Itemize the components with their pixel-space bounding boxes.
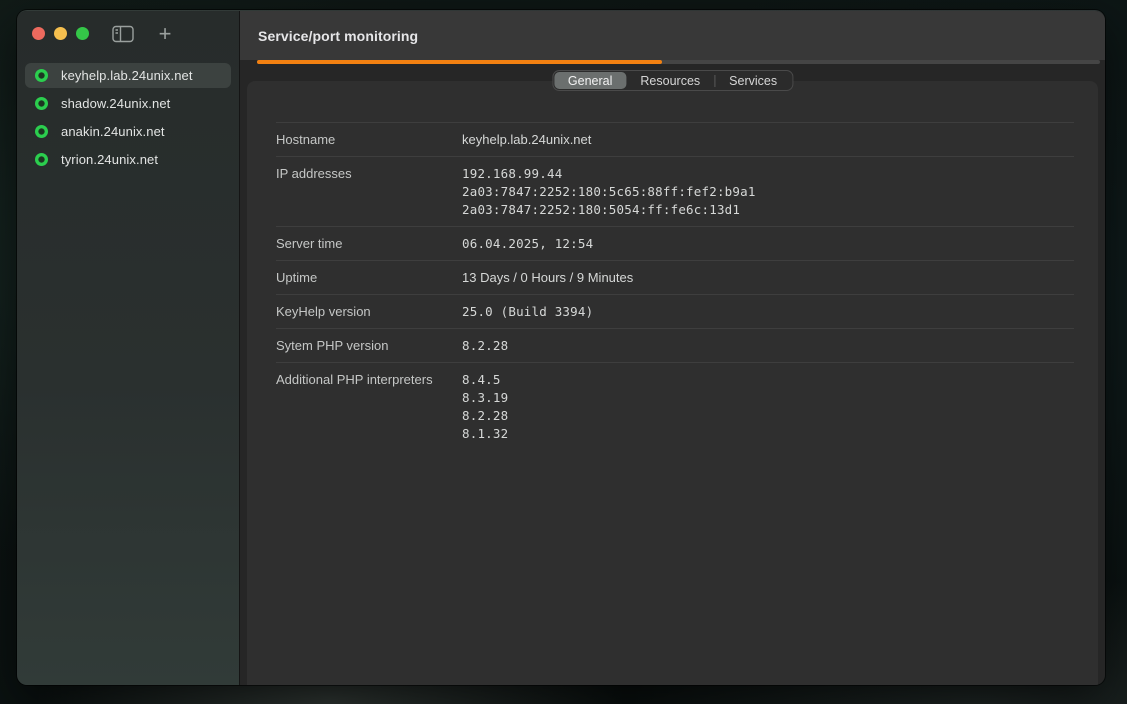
app-window: + keyhelp.lab.24unix.net shadow.24unix.n… <box>17 10 1105 685</box>
sidebar-toggle-button[interactable] <box>111 23 135 45</box>
status-online-icon <box>35 153 48 166</box>
sidebar-item-shadow[interactable]: shadow.24unix.net <box>25 91 231 116</box>
minimize-window-button[interactable] <box>54 27 67 40</box>
detail-label: Hostname <box>276 131 462 149</box>
zoom-window-button[interactable] <box>76 27 89 40</box>
main-area: Service/port monitoring General Resource… <box>240 11 1105 685</box>
detail-label: Additional PHP interpreters <box>276 371 462 389</box>
status-online-icon <box>35 125 48 138</box>
detail-label: Uptime <box>276 269 462 287</box>
detail-row-server-time: Server time 06.04.2025, 12:54 <box>276 226 1074 260</box>
status-online-icon <box>35 97 48 110</box>
sidebar-toolbar: + <box>111 23 177 45</box>
detail-row-hostname: Hostname keyhelp.lab.24unix.net <box>276 122 1074 156</box>
detail-row-additional-php: Additional PHP interpreters 8.4.5 8.3.19… <box>276 362 1074 450</box>
page-title: Service/port monitoring <box>258 28 418 44</box>
detail-value: 8.4.5 8.3.19 8.2.28 8.1.32 <box>462 371 508 443</box>
server-label: shadow.24unix.net <box>61 96 170 111</box>
detail-row-system-php-version: Sytem PHP version 8.2.28 <box>276 328 1074 362</box>
sidebar-item-keyhelp[interactable]: keyhelp.lab.24unix.net <box>25 63 231 88</box>
title-bar: Service/port monitoring <box>240 11 1105 60</box>
server-list: keyhelp.lab.24unix.net shadow.24unix.net… <box>25 63 231 172</box>
detail-label: Sytem PHP version <box>276 337 462 355</box>
detail-label: IP addresses <box>276 165 462 183</box>
detail-row-keyhelp-version: KeyHelp version 25.0 (Build 3394) <box>276 294 1074 328</box>
detail-label: Server time <box>276 235 462 253</box>
general-tab-panel: Hostname keyhelp.lab.24unix.net IP addre… <box>247 81 1098 685</box>
close-window-button[interactable] <box>32 27 45 40</box>
tab-services[interactable]: Services <box>715 72 791 89</box>
detail-value: 8.2.28 <box>462 337 508 355</box>
sidebar-item-tyrion[interactable]: tyrion.24unix.net <box>25 147 231 172</box>
detail-value: 192.168.99.44 2a03:7847:2252:180:5c65:88… <box>462 165 756 219</box>
tab-general[interactable]: General <box>554 72 626 89</box>
detail-label: KeyHelp version <box>276 303 462 321</box>
add-server-button[interactable]: + <box>153 23 177 45</box>
detail-value: 06.04.2025, 12:54 <box>462 235 593 253</box>
progress-bar-fill <box>257 60 662 64</box>
server-details-list: Hostname keyhelp.lab.24unix.net IP addre… <box>247 122 1098 450</box>
window-controls <box>32 27 89 40</box>
plus-icon: + <box>159 24 172 44</box>
sidebar: + keyhelp.lab.24unix.net shadow.24unix.n… <box>17 11 240 685</box>
tab-resources[interactable]: Resources <box>626 72 714 89</box>
detail-row-uptime: Uptime 13 Days / 0 Hours / 9 Minutes <box>276 260 1074 294</box>
sidebar-toggle-icon <box>112 25 134 43</box>
server-label: tyrion.24unix.net <box>61 152 158 167</box>
server-label: keyhelp.lab.24unix.net <box>61 68 193 83</box>
detail-row-ip-addresses: IP addresses 192.168.99.44 2a03:7847:225… <box>276 156 1074 226</box>
tab-bar: General Resources Services <box>552 70 793 91</box>
status-online-icon <box>35 69 48 82</box>
detail-value: 25.0 (Build 3394) <box>462 303 593 321</box>
sidebar-item-anakin[interactable]: anakin.24unix.net <box>25 119 231 144</box>
server-label: anakin.24unix.net <box>61 124 165 139</box>
detail-value: keyhelp.lab.24unix.net <box>462 131 591 149</box>
detail-value: 13 Days / 0 Hours / 9 Minutes <box>462 269 633 287</box>
progress-bar <box>257 60 1100 64</box>
